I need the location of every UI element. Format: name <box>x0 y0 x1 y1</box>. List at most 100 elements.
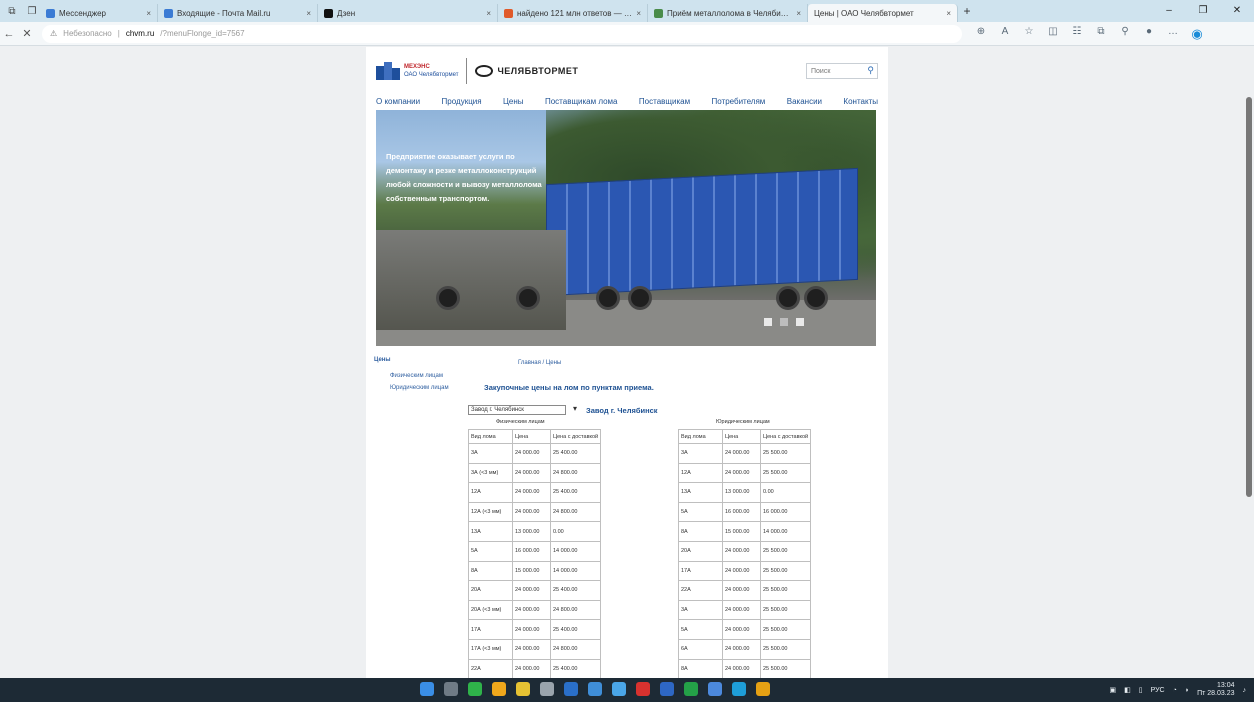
search-icon[interactable]: ⚲ <box>867 65 874 76</box>
individuals-price-table: Вид лома Цена Цена с доставкой 3А 24 000.00 2… <box>468 429 602 678</box>
banner-wheel <box>436 286 460 310</box>
maximize-icon[interactable]: ❐ <box>1186 0 1220 22</box>
sheets-icon[interactable] <box>684 682 698 696</box>
browser-tab[interactable]: Приём металлолома в Челябинске × <box>648 4 808 22</box>
chevron-down-icon[interactable]: ▾ <box>573 405 577 413</box>
tab-close-icon[interactable]: × <box>486 9 491 18</box>
stop-icon[interactable]: ✕ <box>18 27 36 40</box>
slider-dot[interactable] <box>764 318 772 326</box>
browser-app-icon[interactable] <box>492 682 506 696</box>
calendar-icon[interactable] <box>612 682 626 696</box>
table-cell: 15 000.00 <box>512 560 551 582</box>
browser-toolbar: ← ✕ ⚠ Небезопасно | chvm.ru /?menuFlonge_… <box>0 22 1254 46</box>
chelyabvtormet-logo[interactable]: ЧЕЛЯБВТОРМЕТ <box>475 65 578 77</box>
side-navigation: Цены Физическим лицам Юридическим лицам <box>374 357 484 397</box>
close-window-icon[interactable]: ✕ <box>1220 0 1254 22</box>
sidenav-item-individuals[interactable]: Физическим лицам <box>390 373 484 379</box>
menu-item-scrap-suppliers[interactable]: Поставщикам лома <box>545 97 618 106</box>
table-cell: 25 500.00 <box>759 658 812 678</box>
menu-item-suppliers[interactable]: Поставщикам <box>639 97 690 106</box>
system-tray: ▣ ◧ ▯ РУС ◔ ◗ 13:04 Пт 28.03.23 ♪ <box>1109 678 1246 702</box>
mail-icon[interactable] <box>588 682 602 696</box>
sidenav-heading[interactable]: Цены <box>374 357 484 363</box>
files-icon[interactable] <box>756 682 770 696</box>
table-row: 5А 16 000.00 16 000.00 <box>678 501 812 523</box>
slider-dot[interactable] <box>796 318 804 326</box>
new-tab-icon[interactable]: + <box>958 4 976 18</box>
word-icon[interactable] <box>660 682 674 696</box>
breadcrumb[interactable]: Главная / Цены <box>518 360 561 366</box>
workspaces-icon[interactable]: ⧉ <box>4 3 20 19</box>
browser-tab-active[interactable]: Цены | ОАО Челябвтормет × <box>808 4 958 22</box>
browser-tab[interactable]: найдено 121 млн ответов — Яндекс × <box>498 4 648 22</box>
tray-battery-icon[interactable]: ▯ <box>1139 686 1143 694</box>
tab-actions-icon[interactable]: ❐ <box>24 3 40 19</box>
menu-item-consumers[interactable]: Потребителям <box>712 97 766 106</box>
minimize-icon[interactable]: – <box>1152 0 1186 22</box>
tab-close-icon[interactable]: × <box>946 9 951 18</box>
menu-item-products[interactable]: Продукция <box>442 97 482 106</box>
tray-apps-icon[interactable]: ▣ <box>1109 686 1116 694</box>
tab-favicon-icon <box>504 8 513 18</box>
extensions-icon[interactable]: ⚲ <box>1116 26 1134 42</box>
language-indicator[interactable]: РУС <box>1151 687 1165 694</box>
site-search-input[interactable]: Поиск ⚲ <box>806 63 878 79</box>
back-icon[interactable]: ← <box>0 28 18 40</box>
plant-title: Завод г. Челябинск <box>586 405 658 415</box>
browser-tab[interactable]: Дзен × <box>318 4 498 22</box>
menu-item-prices[interactable]: Цены <box>503 97 524 106</box>
table-cell: 8А <box>468 560 513 582</box>
profile-icon[interactable]: ● <box>1140 26 1158 42</box>
split-screen-icon[interactable]: ◫ <box>1044 26 1062 42</box>
photos-icon[interactable] <box>708 682 722 696</box>
browser-tab[interactable]: Входящие - Почта Mail.ru × <box>158 4 318 22</box>
tab-label: Цены | ОАО Челябвтормет <box>814 8 914 18</box>
media-icon[interactable] <box>636 682 650 696</box>
tray-volume-icon[interactable]: ◗ <box>1185 687 1189 694</box>
insecure-warning-icon[interactable]: ⚠ <box>50 29 57 38</box>
notification-bell-icon[interactable]: ♪ <box>1243 687 1247 694</box>
table-cell: 24 000.00 <box>512 638 551 660</box>
address-bar[interactable]: ⚠ Небезопасно | chvm.ru /?menuFlonge_id=7… <box>42 24 962 43</box>
plant-select[interactable]: Завод г. Челябинск ▾ <box>468 405 577 415</box>
table-cell: 24 800.00 <box>549 599 602 621</box>
tray-network-icon[interactable]: ◧ <box>1124 686 1131 694</box>
file-explorer-icon[interactable] <box>516 682 530 696</box>
hero-banner: Предприятие оказывает услуги по демонтаж… <box>376 110 876 346</box>
slider-dot-active[interactable] <box>780 318 788 326</box>
settings-icon[interactable] <box>540 682 554 696</box>
favorite-star-icon[interactable]: ☆ <box>1020 26 1038 42</box>
search-icon[interactable] <box>444 682 458 696</box>
edge-icon[interactable] <box>732 682 746 696</box>
tray-wifi-icon[interactable]: ◔ <box>1173 687 1177 694</box>
table-cell: 25 500.00 <box>759 540 812 562</box>
mekhens-logo[interactable]: МЕХЭНС ОАО Челябвтормет <box>376 62 458 80</box>
start-icon[interactable] <box>420 682 434 696</box>
scrollbar[interactable] <box>1246 97 1252 497</box>
menu-item-about[interactable]: О компании <box>376 97 420 106</box>
more-options-icon[interactable]: … <box>1164 26 1182 42</box>
tab-close-icon[interactable]: × <box>306 9 311 18</box>
read-aloud-icon[interactable]: A <box>996 26 1014 42</box>
table-cell: 24 000.00 <box>722 443 761 464</box>
menu-item-contacts[interactable]: Контакты <box>843 97 878 106</box>
tab-close-icon[interactable]: × <box>146 9 151 18</box>
system-clock[interactable]: 13:04 Пт 28.03.23 <box>1197 682 1234 698</box>
zoom-icon[interactable]: ⊕ <box>972 26 990 42</box>
table-cell: 5А <box>678 501 723 523</box>
tab-close-icon[interactable]: × <box>796 9 801 18</box>
store-icon[interactable] <box>564 682 578 696</box>
favorites-icon[interactable]: ☷ <box>1068 26 1086 42</box>
collections-icon[interactable]: ⧉ <box>1092 26 1110 42</box>
browser-tab[interactable]: Мессенджер × <box>40 4 158 22</box>
table-row: 5А 16 000.00 14 000.00 <box>468 540 602 562</box>
table-row: 20А 24 000.00 25 500.00 <box>678 540 812 562</box>
menu-item-vacancies[interactable]: Вакансии <box>787 97 822 106</box>
sidenav-item-legal-entities[interactable]: Юридическим лицам <box>390 385 484 391</box>
copilot-icon[interactable]: ◉ <box>1188 26 1206 42</box>
individuals-table-title: Физическим лицам <box>496 419 545 425</box>
table-row: 17А 24 000.00 25 400.00 <box>468 619 602 640</box>
whatsapp-icon[interactable] <box>468 682 482 696</box>
banner-truck-cab <box>376 230 566 330</box>
tab-close-icon[interactable]: × <box>636 9 641 18</box>
